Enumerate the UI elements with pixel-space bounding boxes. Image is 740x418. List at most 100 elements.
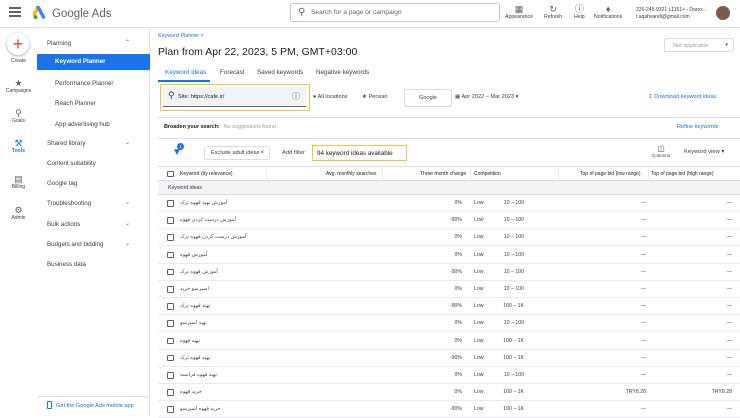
cell-bid-low: — (640, 234, 646, 241)
cell-bid-high: — (726, 354, 732, 361)
rail-create[interactable]: Create (0, 58, 37, 64)
mobile-app-link[interactable]: Get the Google Ads mobile app (56, 403, 134, 409)
account-info[interactable]: 226-245-9321 L1151+ - Darex... t.aqahvan… (636, 7, 707, 21)
tab-saved-keywords[interactable]: Saved keywords (257, 69, 303, 76)
row-checkbox[interactable] (167, 251, 174, 259)
rail-goals[interactable]: ⚲ Goals (0, 108, 37, 124)
mobile-app-promo[interactable]: Get the Google Ads mobile app (37, 396, 150, 414)
row-checkbox[interactable] (167, 406, 174, 413)
table-row[interactable]: آموزش قهوه 10 – 100 0% Low — — (158, 247, 740, 264)
chevron-down-icon[interactable]: ⌄ (125, 220, 130, 227)
rail-tools[interactable]: ⚒ Tools (0, 138, 37, 154)
close-icon[interactable]: × (260, 149, 264, 156)
appearance-button[interactable]: ▦ Appearance (505, 4, 533, 20)
refresh-button[interactable]: ↻ Refresh (544, 4, 562, 20)
cell-keyword: تهیه اسپرسو (180, 320, 207, 327)
download-keyword-ideas-button[interactable]: ↧ Download keyword ideas (648, 94, 716, 100)
header-change[interactable]: Three month change (420, 171, 466, 177)
notifications-button[interactable]: ♦ Notifications (594, 4, 622, 20)
sidebar-item-shared-library[interactable]: Shared library (47, 140, 86, 147)
breadcrumb[interactable]: Keyword Planner > (158, 33, 204, 39)
cell-bid-high: — (726, 406, 732, 413)
cell-bid-low: — (640, 286, 646, 292)
table-row[interactable]: تهیه قهوه فرانسه 10 – 100 0% Low — — (158, 367, 740, 384)
sidebar-item-troubleshooting[interactable]: Troubleshooting (47, 200, 91, 207)
info-icon[interactable]: ⓘ (292, 91, 300, 102)
location-filter[interactable]: ● All locations (313, 94, 347, 100)
row-checkbox[interactable] (167, 337, 174, 345)
sidebar-item-budgets-and-bidding[interactable]: Budgets and bidding (47, 241, 103, 248)
header-searches[interactable]: Avg. monthly searches (326, 171, 377, 177)
cell-keyword: آموزش درست کردن قهوه (180, 217, 237, 224)
row-checkbox[interactable] (167, 354, 174, 362)
cell-competition: Low (474, 372, 484, 378)
rail-billing[interactable]: ▤ Billing (0, 174, 37, 190)
site-filter[interactable]: ⚲ Site: https://cafe.ir/ ⓘ (163, 87, 306, 107)
table-row[interactable]: اسپرسو خرید 10 – 100 0% Low — — (158, 281, 740, 298)
table-row[interactable]: تهیه قهوه ترک 100 – 1K -90% Low — — (158, 350, 740, 367)
tab-negative-keywords[interactable]: Negative keywords (316, 69, 369, 76)
tab-keyword-ideas[interactable]: Keyword ideas (165, 69, 206, 76)
table-row[interactable]: خرید قهوه 100 – 1K 0% Low TRY8.28 TRY8.28 (158, 384, 740, 402)
chevron-down-icon[interactable]: ⌄ (125, 139, 130, 146)
header-keyword[interactable]: Keyword (by relevance) (180, 171, 233, 177)
table-row[interactable]: تهیه اسپرسو 10 – 100 0% Low — — (158, 315, 740, 333)
row-checkbox[interactable] (167, 234, 174, 241)
header-bid-low[interactable]: Top of page bid (low range) (580, 171, 641, 177)
refine-keywords-button[interactable]: Refine keywords (677, 124, 718, 130)
cell-change: 0% (454, 234, 463, 241)
exclude-adult-ideas-chip[interactable]: Exclude adult ideas × (204, 146, 270, 160)
cell-competition: Low (474, 303, 484, 310)
table-row[interactable]: آموزش درست کردن قهوه ترک 10 – 100 0% Low — — (158, 229, 740, 247)
sidebar-item-reach-planner[interactable]: Reach Planner (55, 100, 96, 107)
menu-icon[interactable] (9, 7, 21, 17)
row-checkbox[interactable] (167, 372, 174, 379)
header-bid-high[interactable]: Top of page bid (high range) (651, 171, 714, 177)
sidebar-item-business-data[interactable]: Business data (47, 261, 86, 268)
row-checkbox[interactable] (167, 217, 174, 224)
appearance-icon: ▦ (514, 4, 524, 14)
cell-keyword: خرید قهوه اسپرسو (180, 406, 221, 413)
rail-campaigns[interactable]: ★ Campaigns (0, 78, 37, 94)
language-filter[interactable]: ★ Persian (362, 94, 388, 100)
table-row[interactable]: تهیه قهوه 100 – 1K 0% Low — — (158, 333, 740, 350)
row-checkbox[interactable] (167, 268, 174, 276)
keyword-view-dropdown[interactable]: Keyword view ▾ (684, 149, 724, 155)
select-all-checkbox[interactable] (167, 170, 174, 177)
chevron-down-icon[interactable]: ⌄ (125, 199, 130, 206)
cell-change: -90% (449, 354, 462, 361)
row-checkbox[interactable] (167, 303, 174, 310)
sidebar-item-performance-planner[interactable]: Performance Planner (55, 80, 113, 87)
table-row[interactable]: آموزش درست کردن قهوه 10 – 100 -90% Low — — (158, 212, 740, 230)
table-row[interactable]: تهیه قهوه ترک 100 – 1K -90% Low — — (158, 298, 740, 316)
tab-forecast[interactable]: Forecast (220, 69, 245, 76)
create-button[interactable]: + (7, 33, 29, 55)
sidebar-item-app-advertising-hub[interactable]: App advertising hub (55, 121, 110, 128)
cell-keyword: آموزش قهوه (180, 251, 208, 258)
sidebar-item-google-tag[interactable]: Google tag (47, 180, 77, 187)
cell-bid-low: — (640, 268, 646, 275)
sidebar-item-keyword-planner[interactable]: Keyword Planner (37, 54, 150, 70)
sidebar-item-planning[interactable]: Planning (47, 40, 71, 47)
rail-admin[interactable]: ⚙ Admin (0, 205, 37, 221)
chevron-down-icon[interactable]: ⌄ (125, 240, 130, 247)
network-dropdown[interactable]: Google (404, 89, 452, 107)
not-applicable-dropdown[interactable]: Not applicable ▾ (664, 38, 734, 52)
row-checkbox[interactable] (167, 320, 174, 327)
cell-keyword: تهیه قهوه فرانسه (180, 372, 217, 378)
columns-button[interactable]: ◫ Columns (652, 144, 670, 158)
table-row[interactable]: آموزش قهوه ترک 10 – 100 -90% Low — — (158, 264, 740, 281)
date-range-filter[interactable]: ▦ Apr 2022 – Mar 2023 ▾ (455, 94, 518, 100)
table-row[interactable]: آموزش تهیه قهوه ترک 10 – 100 0% Low — — (158, 195, 740, 212)
add-filter-button[interactable]: Add filter (282, 150, 305, 156)
search-input[interactable]: ⚲ Search for a page or campaign (290, 3, 500, 22)
row-checkbox[interactable] (167, 200, 174, 207)
avatar[interactable] (716, 6, 730, 20)
row-checkbox[interactable] (167, 286, 174, 293)
row-checkbox[interactable] (167, 389, 174, 396)
sidebar-item-bulk-actions[interactable]: Bulk actions (47, 221, 80, 228)
help-button[interactable]: ⓘ Help (574, 4, 585, 20)
chevron-up-icon[interactable]: ⌃ (125, 39, 130, 46)
header-competition[interactable]: Competition (474, 171, 501, 177)
sidebar-item-content-suitability[interactable]: Content suitability (47, 160, 96, 167)
